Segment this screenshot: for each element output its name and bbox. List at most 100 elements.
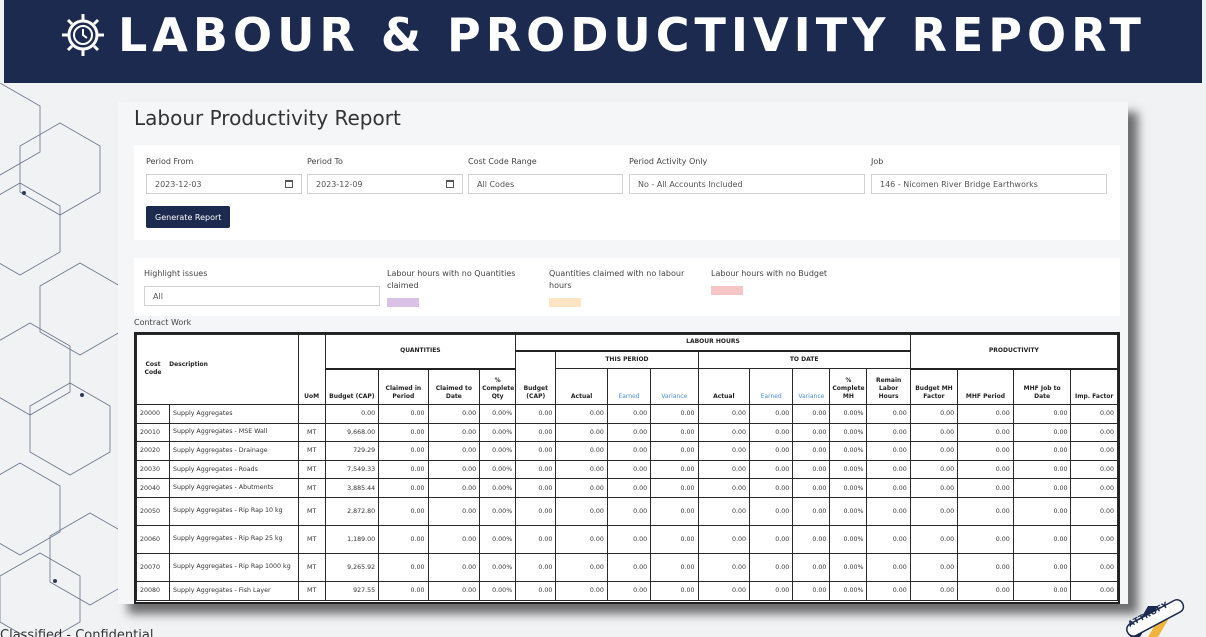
tp-earned-cell: 0.00 xyxy=(606,496,652,526)
contract-work-label: Contract Work xyxy=(134,318,192,327)
td-earned-cell: 0.00 xyxy=(749,580,794,601)
period-activity-select[interactable]: No - All Accounts Included xyxy=(629,174,865,194)
tp-earned-cell: 0.00 xyxy=(606,580,652,601)
p-imp-cell: 0.00 xyxy=(1070,552,1118,582)
p-imp-cell: 0.00 xyxy=(1070,478,1118,498)
highlight-issues-select[interactable]: All xyxy=(144,286,380,306)
td-pct-cell: 0.00% xyxy=(829,580,868,601)
q-pct-cell: 0.00% xyxy=(479,552,517,582)
q-claimed-date-cell: 0.00 xyxy=(427,496,481,526)
productivity-table-container[interactable]: Cost Code Description UoM QUANTITIES LAB… xyxy=(134,332,1120,604)
lh-budget-cell: 0.00 xyxy=(515,478,557,498)
td-remain-cell: 0.00 xyxy=(866,441,911,461)
calendar-icon[interactable] xyxy=(446,180,454,188)
td-actual-cell: 0.00 xyxy=(697,478,751,498)
td-variance-cell: 0.00 xyxy=(792,580,831,601)
tp-variance-cell: 0.00 xyxy=(650,496,699,526)
period-to-input[interactable]: 2023-12-09 xyxy=(307,174,463,194)
table-row[interactable]: 20080 Supply Aggregates - Fish Layer MT 927… xyxy=(136,580,1118,601)
cost-code-range-select[interactable]: All Codes xyxy=(468,174,623,194)
uom-cell: MT xyxy=(297,552,326,582)
job-group: Job 146 - Nicomen River Bridge Earthwork… xyxy=(871,157,1107,194)
tp-earned-cell: 0.00 xyxy=(606,524,652,554)
uom-cell: MT xyxy=(297,580,326,601)
p-mhf-period-cell: 0.00 xyxy=(957,478,1014,498)
q-claimed-date-cell: 0.00 xyxy=(427,441,481,461)
q-claimed-date-cell: 0.00 xyxy=(427,404,481,424)
q-pct-cell: 0.00% xyxy=(479,524,517,554)
calendar-icon[interactable] xyxy=(285,180,293,188)
tp-actual-cell: 0.00 xyxy=(555,441,608,461)
p-mhf-job-cell: 0.00 xyxy=(1012,422,1072,443)
p-budget-mh-cell: 0.00 xyxy=(909,441,959,461)
td-earned-header: Earned xyxy=(749,368,794,405)
description-cell: Supply Aggregates - MSE Wall xyxy=(168,422,299,443)
q-claimed-date-cell: 0.00 xyxy=(427,552,481,582)
p-mhf-period-cell: 0.00 xyxy=(957,524,1014,554)
job-value: 146 - Nicomen River Bridge Earthworks xyxy=(880,179,1038,189)
lh-budget-cell: 0.00 xyxy=(515,552,557,582)
p-budget-mh-cell: 0.00 xyxy=(909,478,959,498)
table-row[interactable]: 20040 Supply Aggregates - Abutments MT 3,88… xyxy=(136,478,1118,498)
p-mhf-job-cell: 0.00 xyxy=(1012,459,1072,480)
lh-budget-cell: 0.00 xyxy=(515,441,557,461)
td-remain-cell: 0.00 xyxy=(866,524,911,554)
generate-report-button[interactable]: Generate Report xyxy=(146,206,231,228)
table-row[interactable]: 20060 Supply Aggregates - Rip Rap 25 kg MT… xyxy=(136,524,1118,554)
p-mhf-period-cell: 0.00 xyxy=(957,422,1014,443)
p-budget-mh-cell: 0.00 xyxy=(909,422,959,443)
period-to-group: Period To 2023-12-09 xyxy=(307,157,463,194)
td-pct-cell: 0.00% xyxy=(829,441,868,461)
table-row[interactable]: 20070 Supply Aggregates - Rip Rap 1000 kg… xyxy=(136,552,1118,582)
p-budget-mh-cell: 0.00 xyxy=(909,552,959,582)
description-cell: Supply Aggregates - Drainage xyxy=(168,441,299,461)
tp-actual-cell: 0.00 xyxy=(555,459,608,480)
td-variance-cell: 0.00 xyxy=(792,441,831,461)
job-select[interactable]: 146 - Nicomen River Bridge Earthworks xyxy=(871,174,1107,194)
table-row[interactable]: 20010 Supply Aggregates - MSE Wall MT 9,668… xyxy=(136,422,1118,443)
period-to-label: Period To xyxy=(307,157,343,166)
td-actual-cell: 0.00 xyxy=(697,441,751,461)
td-pct-cell: 0.00% xyxy=(829,496,868,526)
td-variance-cell: 0.00 xyxy=(792,496,831,526)
table-row[interactable]: 20050 Supply Aggregates - Rip Rap 10 kg MT… xyxy=(136,496,1118,526)
tp-earned-cell: 0.00 xyxy=(606,404,652,424)
cost-code-cell: 20070 xyxy=(136,552,170,582)
q-claimed-date-cell: 0.00 xyxy=(427,478,481,498)
banner-title: LABOUR & PRODUCTIVITY REPORT xyxy=(118,8,1146,62)
td-pct-cell: 0.00% xyxy=(829,478,868,498)
table-row[interactable]: 20030 Supply Aggregates - Roads MT 7,549.33… xyxy=(136,459,1118,480)
q-claimed-date-cell: 0.00 xyxy=(427,422,481,443)
p-imp-cell: 0.00 xyxy=(1070,459,1118,480)
cost-code-cell: 20020 xyxy=(136,441,170,461)
q-claimed-period-header: Claimed in Period xyxy=(378,368,429,405)
footer-classification: Classified - Confidential xyxy=(0,628,154,637)
cost-code-cell: 20010 xyxy=(136,422,170,443)
period-from-input[interactable]: 2023-12-03 xyxy=(146,174,302,194)
td-variance-cell: 0.00 xyxy=(792,422,831,443)
q-budget-cell: 3,885.44 xyxy=(324,478,380,498)
q-claimed-period-cell: 0.00 xyxy=(378,422,429,443)
td-remain-cell: 0.00 xyxy=(866,459,911,480)
attrofy-logo xyxy=(1126,599,1185,637)
description-cell: Supply Aggregates - Rip Rap 1000 kg xyxy=(168,552,299,582)
period-activity-group: Period Activity Only No - All Accounts I… xyxy=(629,157,865,194)
cost-code-cell: 20030 xyxy=(136,459,170,480)
table-row[interactable]: 20020 Supply Aggregates - Drainage MT 729.2… xyxy=(136,441,1118,461)
cost-code-cell: 20050 xyxy=(136,496,170,526)
q-budget-cell: 927.55 xyxy=(324,580,380,601)
q-pct-cell: 0.00% xyxy=(479,441,517,461)
td-actual-cell: 0.00 xyxy=(697,422,751,443)
tp-actual-cell: 0.00 xyxy=(555,580,608,601)
td-actual-header: Actual xyxy=(697,368,751,405)
uom-header: UoM xyxy=(297,334,326,405)
q-pct-cell: 0.00% xyxy=(479,496,517,526)
table-row[interactable]: 20000 Supply Aggregates 0.00 0.00 0.00 0.00% 0… xyxy=(136,404,1118,424)
td-remain-cell: 0.00 xyxy=(866,404,911,424)
q-budget-header: Budget (CAP) xyxy=(324,368,380,405)
q-claimed-period-cell: 0.00 xyxy=(378,524,429,554)
tp-variance-cell: 0.00 xyxy=(650,422,699,443)
job-label: Job xyxy=(871,157,884,166)
td-earned-cell: 0.00 xyxy=(749,478,794,498)
q-claimed-period-cell: 0.00 xyxy=(378,580,429,601)
